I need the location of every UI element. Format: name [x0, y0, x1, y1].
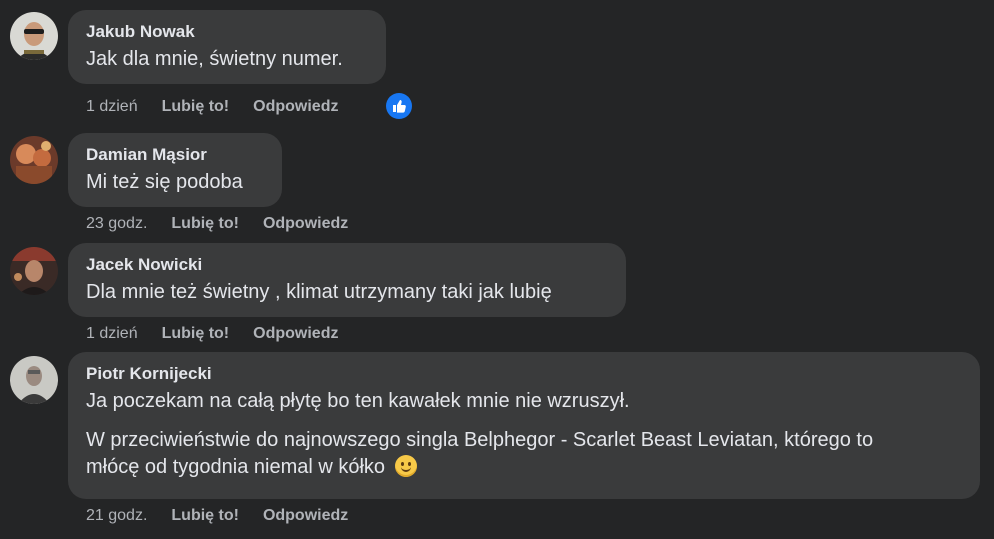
reply-button[interactable]: Odpowiedz [263, 215, 348, 233]
comment-timestamp[interactable]: 1 dzień [86, 325, 138, 343]
like-button[interactable]: Lubię to! [171, 507, 239, 525]
comment-text: Mi też się podoba [86, 171, 243, 193]
comment-meta: 1 dzień Lubię to! Odpowiedz [86, 321, 338, 347]
comment-meta: 23 godz. Lubię to! Odpowiedz [86, 211, 348, 237]
comment-author[interactable]: Jacek Nowicki [86, 255, 608, 275]
comment-text-line: młócę od tygodnia niemal w kółko [86, 456, 386, 478]
avatar-damian-image [10, 136, 58, 184]
thumbs-up-icon [393, 100, 406, 113]
comment-timestamp[interactable]: 1 dzień [86, 98, 138, 116]
avatar[interactable] [10, 136, 58, 184]
comment-text-line: W przeciwieństwie do najnowszego singla … [86, 429, 874, 451]
comment-timestamp[interactable]: 21 godz. [86, 507, 147, 525]
comment-author[interactable]: Damian Mąsior [86, 145, 264, 165]
comment-bubble: Jacek Nowicki Dla mnie też świetny , kli… [68, 243, 626, 317]
reply-button[interactable]: Odpowiedz [253, 325, 338, 343]
comment-bubble: Jakub Nowak Jak dla mnie, świetny numer. [68, 10, 386, 84]
avatar[interactable] [10, 356, 58, 404]
comment-author[interactable]: Jakub Nowak [86, 22, 368, 42]
avatar-jacek-image [10, 247, 58, 295]
comment-meta: 1 dzień Lubię to! Odpowiedz [86, 94, 338, 120]
avatar[interactable] [10, 12, 58, 60]
avatar-piotr-image [10, 356, 58, 404]
slightly-smiling-face-emoji-icon [394, 455, 417, 477]
reply-button[interactable]: Odpowiedz [253, 98, 338, 116]
like-reaction-icon[interactable] [386, 93, 412, 119]
comment-bubble: Piotr Kornijecki Ja poczekam na całą pły… [68, 352, 980, 499]
comment-text: Ja poczekam na całą płytę bo ten kawałek… [86, 390, 630, 412]
like-button[interactable]: Lubię to! [171, 215, 239, 233]
comment-text: W przeciwieństwie do najnowszego singla … [86, 427, 962, 481]
comment-text: Dla mnie też świetny , klimat utrzymany … [86, 281, 552, 303]
comment-timestamp[interactable]: 23 godz. [86, 215, 147, 233]
comment-author[interactable]: Piotr Kornijecki [86, 364, 962, 384]
comment-text: Jak dla mnie, świetny numer. [86, 48, 343, 70]
avatar[interactable] [10, 247, 58, 295]
like-button[interactable]: Lubię to! [162, 98, 230, 116]
like-button[interactable]: Lubię to! [162, 325, 230, 343]
avatar-jakub-image [10, 12, 58, 60]
comment-bubble: Damian Mąsior Mi też się podoba [68, 133, 282, 207]
reply-button[interactable]: Odpowiedz [263, 507, 348, 525]
comment-meta: 21 godz. Lubię to! Odpowiedz [86, 503, 348, 529]
comment-thread: Jakub Nowak Jak dla mnie, świetny numer.… [0, 0, 994, 539]
